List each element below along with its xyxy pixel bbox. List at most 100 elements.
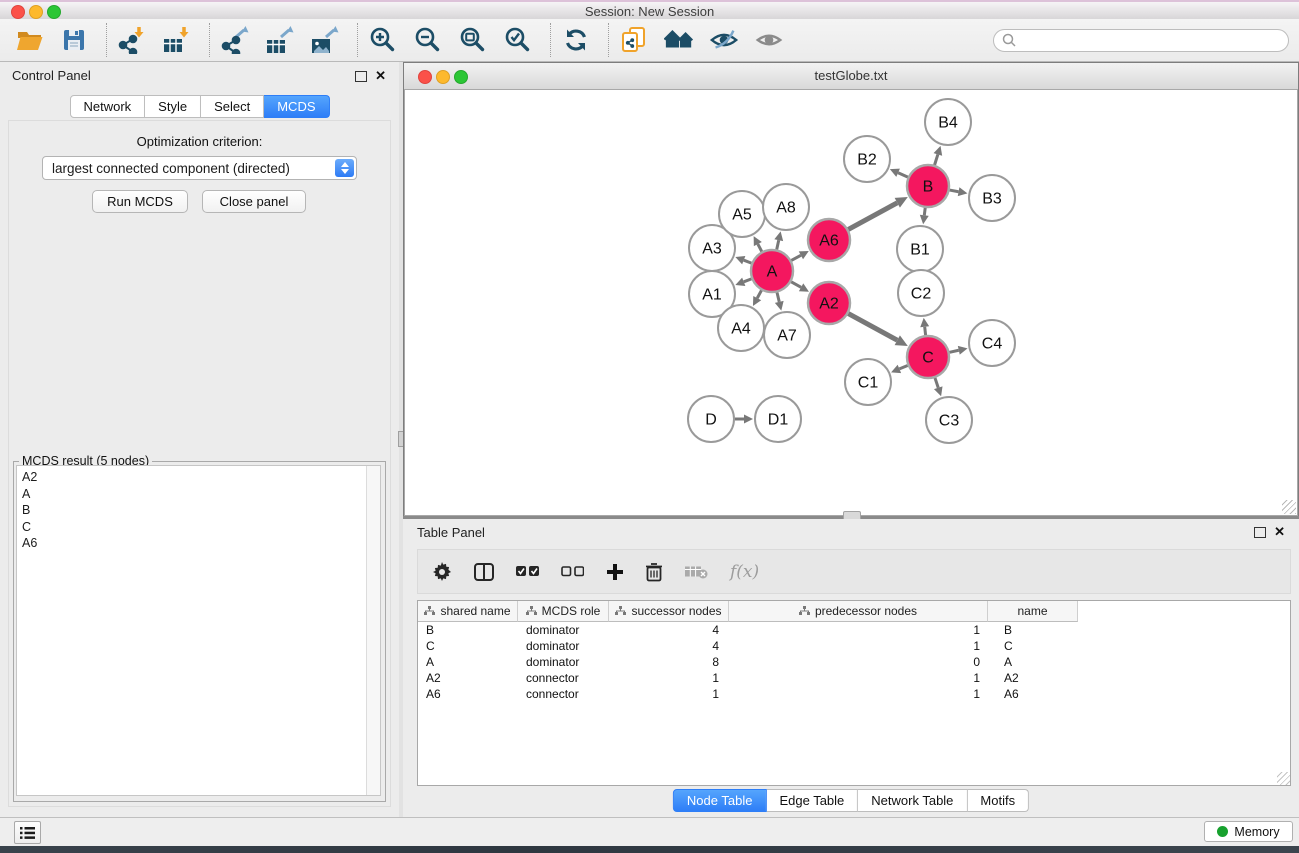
node-A4[interactable]: A4 [718,305,764,351]
column-header-MCDS-role[interactable]: MCDS role [518,601,609,622]
clone-network-button[interactable] [619,25,649,55]
table-row[interactable]: Adominator80A [418,654,1290,670]
result-list-item[interactable]: A [17,486,380,503]
network-canvas[interactable]: AA1A2A3A4A5A6A7A8BB1B2B3B4CC1C2C3C4DD1 [404,89,1298,516]
node-B3[interactable]: B3 [969,175,1015,221]
hide-selected-button[interactable] [709,25,739,55]
refresh-button[interactable] [561,25,591,55]
table-cell[interactable]: A2 [988,670,1078,686]
table-cell[interactable]: C [418,638,518,654]
edge-C-C2[interactable] [920,318,929,335]
column-header-shared-name[interactable]: shared name [418,601,518,622]
node-A8[interactable]: A8 [763,184,809,230]
zoom-selected-button[interactable] [503,25,533,55]
table-cell[interactable]: dominator [518,654,609,670]
table-cell[interactable]: 4 [609,638,729,654]
node-A2[interactable]: A2 [808,282,850,324]
run-mcds-button[interactable]: Run MCDS [92,190,188,213]
table-cell[interactable]: 1 [729,686,988,702]
table-cell[interactable]: B [418,622,518,638]
tab-node-table[interactable]: Node Table [673,789,767,812]
edge-D-D1[interactable] [735,415,753,424]
task-history-button[interactable] [14,821,41,844]
table-row[interactable]: A2connector11A2 [418,670,1290,686]
edge-A-A2[interactable] [791,282,809,292]
edge-B-B3[interactable] [950,187,968,196]
column-header-name[interactable]: name [988,601,1078,622]
edge-B-B2[interactable] [890,169,908,177]
table-row[interactable]: Bdominator41B [418,622,1290,638]
table-cell[interactable]: 0 [729,654,988,670]
node-A5[interactable]: A5 [719,191,765,237]
zoom-out-button[interactable] [413,25,443,55]
table-cell[interactable]: dominator [518,638,609,654]
edge-A2-C[interactable] [848,314,907,346]
node-C2[interactable]: C2 [898,270,944,316]
zoom-fit-button[interactable] [458,25,488,55]
float-panel-icon[interactable] [355,71,367,82]
table-cell[interactable]: A [988,654,1078,670]
open-session-button[interactable] [14,25,44,55]
table-settings-button[interactable] [432,562,452,582]
select-all-button[interactable] [516,566,539,577]
table-cell[interactable]: A6 [418,686,518,702]
node-C4[interactable]: C4 [969,320,1015,366]
column-header-successor-nodes[interactable]: successor nodes [609,601,729,622]
table-cell[interactable]: A6 [988,686,1078,702]
node-C3[interactable]: C3 [926,397,972,443]
column-header-predecessor-nodes[interactable]: predecessor nodes [729,601,988,622]
save-session-button[interactable] [59,25,89,55]
node-table[interactable]: shared nameMCDS rolesuccessor nodesprede… [417,600,1291,786]
edge-A-A6[interactable] [791,251,808,261]
close-panel-button[interactable]: Close panel [202,190,306,213]
node-B2[interactable]: B2 [844,136,890,182]
edge-C-C1[interactable] [891,365,908,373]
node-D1[interactable]: D1 [755,396,801,442]
table-cell[interactable]: 1 [609,686,729,702]
memory-button[interactable]: Memory [1204,821,1293,842]
edge-C-C4[interactable] [949,346,967,355]
resize-grip-icon[interactable] [1282,500,1296,514]
edge-B-B1[interactable] [920,208,929,224]
node-B1[interactable]: B1 [897,226,943,272]
close-panel-icon[interactable]: ✕ [375,68,386,84]
edge-B-B4[interactable] [934,146,943,165]
result-list-item[interactable]: A2 [17,469,380,486]
column-layout-button[interactable] [474,563,494,581]
search-input[interactable] [1021,32,1288,49]
edge-A-A8[interactable] [774,231,783,249]
tab-network-table[interactable]: Network Table [858,789,967,812]
tab-edge-table[interactable]: Edge Table [766,789,858,812]
tab-mcds[interactable]: MCDS [264,95,329,118]
tab-motifs[interactable]: Motifs [967,789,1029,812]
deselect-all-button[interactable] [561,566,584,577]
add-row-button[interactable] [606,563,624,581]
table-cell[interactable]: connector [518,686,609,702]
table-cell[interactable]: A [418,654,518,670]
result-list-item[interactable]: B [17,502,380,519]
network-graph[interactable]: AA1A2A3A4A5A6A7A8BB1B2B3B4CC1C2C3C4DD1 [405,90,1297,516]
result-list-item[interactable]: A6 [17,535,380,552]
node-C1[interactable]: C1 [845,359,891,405]
delete-row-button[interactable] [646,562,663,582]
table-cell[interactable]: 1 [729,670,988,686]
table-cell[interactable]: 1 [609,670,729,686]
export-network-button[interactable] [220,25,250,55]
table-row[interactable]: A6connector11A6 [418,686,1290,702]
tab-network[interactable]: Network [69,95,145,118]
export-image-button[interactable] [310,25,340,55]
node-D[interactable]: D [688,396,734,442]
export-table-button[interactable] [265,25,295,55]
import-table-button[interactable] [162,25,192,55]
edge-A-A7[interactable] [775,292,784,310]
criterion-dropdown[interactable]: largest connected component (directed) [42,156,357,180]
edge-A-A3[interactable] [735,256,751,264]
edge-A-A1[interactable] [735,278,751,286]
node-A[interactable]: A [751,250,793,292]
node-A6[interactable]: A6 [808,219,850,261]
table-cell[interactable]: C [988,638,1078,654]
edge-A-A4[interactable] [753,290,762,306]
show-hidden-button[interactable] [754,25,784,55]
table-row[interactable]: Cdominator41C [418,638,1290,654]
table-cell[interactable]: 1 [729,638,988,654]
